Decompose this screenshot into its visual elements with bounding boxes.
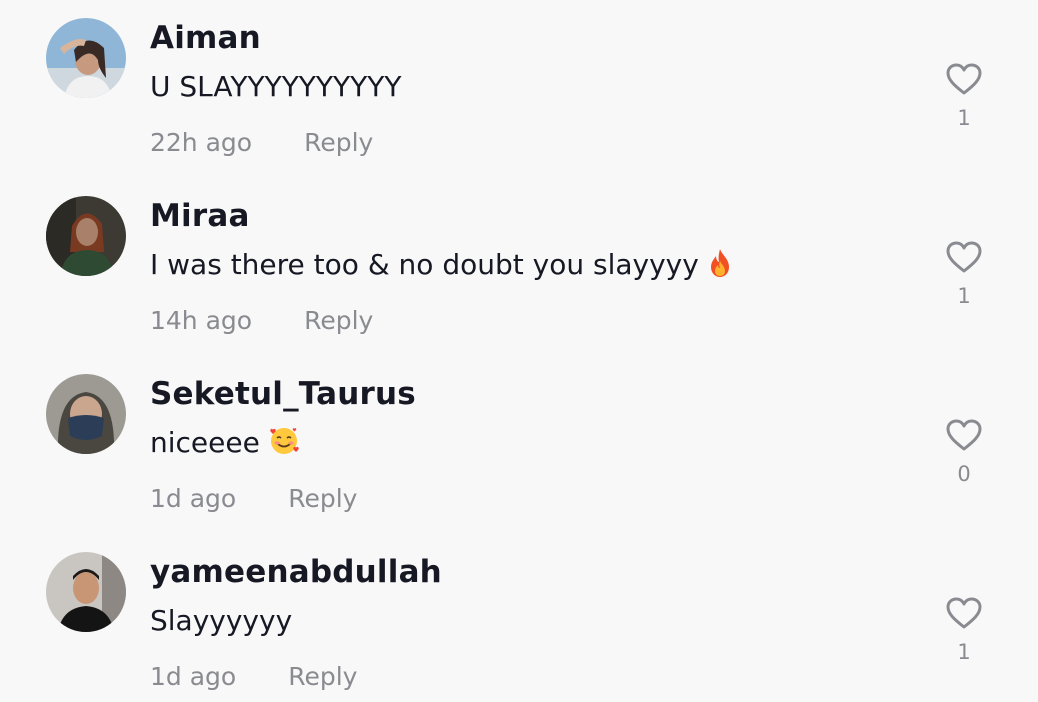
heart-outline-icon[interactable] (945, 596, 983, 630)
comment-text-line: niceeee (150, 426, 300, 463)
comment-time: 1d ago (150, 484, 237, 513)
heart-outline-icon[interactable] (945, 240, 983, 274)
like-control: 1 (938, 596, 990, 664)
reply-button[interactable]: Reply (288, 662, 357, 691)
avatar[interactable] (46, 18, 126, 98)
heart-outline-icon[interactable] (945, 418, 983, 452)
comment-time: 22h ago (150, 128, 253, 157)
comment-username[interactable]: Seketul_Taurus (150, 376, 416, 412)
comment-item: Miraa I was there too & no doubt you sla… (0, 178, 1038, 356)
like-count: 0 (957, 462, 971, 486)
like-control: 1 (938, 62, 990, 130)
like-count: 1 (957, 106, 971, 130)
avatar[interactable] (46, 552, 126, 632)
comment-time: 14h ago (150, 306, 253, 335)
comment-item: yameenabdullah Slayyyyyy 1d ago Reply 1 (0, 534, 1038, 702)
avatar-image (46, 374, 126, 454)
like-control: 1 (938, 240, 990, 308)
comment-item: Seketul_Taurus niceeee 1d ago Reply 0 (0, 356, 1038, 534)
comment-item: Aiman U SLAYYYYYYYYYY 22h ago Reply 1 (0, 0, 1038, 178)
comment-username[interactable]: Aiman (150, 20, 261, 56)
heart-outline-icon[interactable] (945, 62, 983, 96)
comment-text: U SLAYYYYYYYYYY (150, 70, 402, 103)
reply-button[interactable]: Reply (304, 306, 373, 335)
comment-text: I was there too & no doubt you slayyyy (150, 248, 699, 281)
reply-button[interactable]: Reply (288, 484, 357, 513)
comment-meta: 1d ago Reply (150, 662, 357, 691)
avatar-image (46, 552, 126, 632)
comment-time: 1d ago (150, 662, 237, 691)
comment-username[interactable]: yameenabdullah (150, 554, 442, 590)
comment-meta: 14h ago Reply (150, 306, 373, 335)
avatar-image (46, 18, 126, 98)
comment-meta: 22h ago Reply (150, 128, 373, 157)
comment-meta: 1d ago Reply (150, 484, 357, 513)
comment-text: Slayyyyyy (150, 604, 293, 637)
comment-text: niceeee (150, 426, 260, 459)
fire-emoji (707, 248, 733, 285)
reply-button[interactable]: Reply (304, 128, 373, 157)
like-count: 1 (957, 640, 971, 664)
like-control: 0 (938, 418, 990, 486)
smiling-face-with-hearts-emoji (268, 426, 300, 463)
avatar[interactable] (46, 196, 126, 276)
avatar-image (46, 196, 126, 276)
like-count: 1 (957, 284, 971, 308)
comment-list: Aiman U SLAYYYYYYYYYY 22h ago Reply 1 Mir… (0, 0, 1038, 702)
comment-username[interactable]: Miraa (150, 198, 250, 234)
comment-text-line: I was there too & no doubt you slayyyy (150, 248, 733, 285)
avatar[interactable] (46, 374, 126, 454)
